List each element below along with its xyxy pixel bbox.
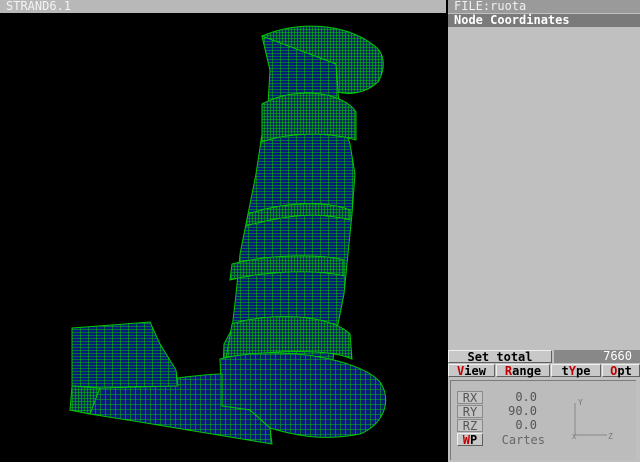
ry-value: 90.0 [508,404,537,418]
view-rotation-box: RX 0.0 RY 90.0 RZ 0.0 WP Cartes Y X Z [450,380,636,460]
menu-type-button[interactable]: tYpe [551,364,601,378]
mesh-model [68,25,387,445]
menu-opt-button[interactable]: Opt [602,364,640,378]
rx-value: 0.0 [515,390,537,404]
ry-label: RY [457,405,483,419]
rz-value: 0.0 [515,418,537,432]
model-viewport[interactable] [0,14,446,462]
set-count: 7660 [554,350,640,363]
rx-label: RX [457,391,483,405]
axis-triad-icon: Y X Z [572,398,613,441]
file-label: FILE:ruota [448,0,640,13]
window-title: STRAND6.1 [0,0,446,13]
triad-z-label: Z [608,432,613,441]
wp-value: Cartes [501,433,545,447]
menu-range-button[interactable]: Range [496,364,550,378]
rz-label: RZ [457,419,483,433]
wp-button[interactable]: WP [457,433,483,447]
menu-view-button[interactable]: View [448,364,495,378]
set-total-button[interactable]: Set total [448,350,552,364]
triad-x-label: X [572,433,577,441]
triad-y-label: Y [578,398,583,407]
panel-header: Node Coordinates [448,14,640,27]
